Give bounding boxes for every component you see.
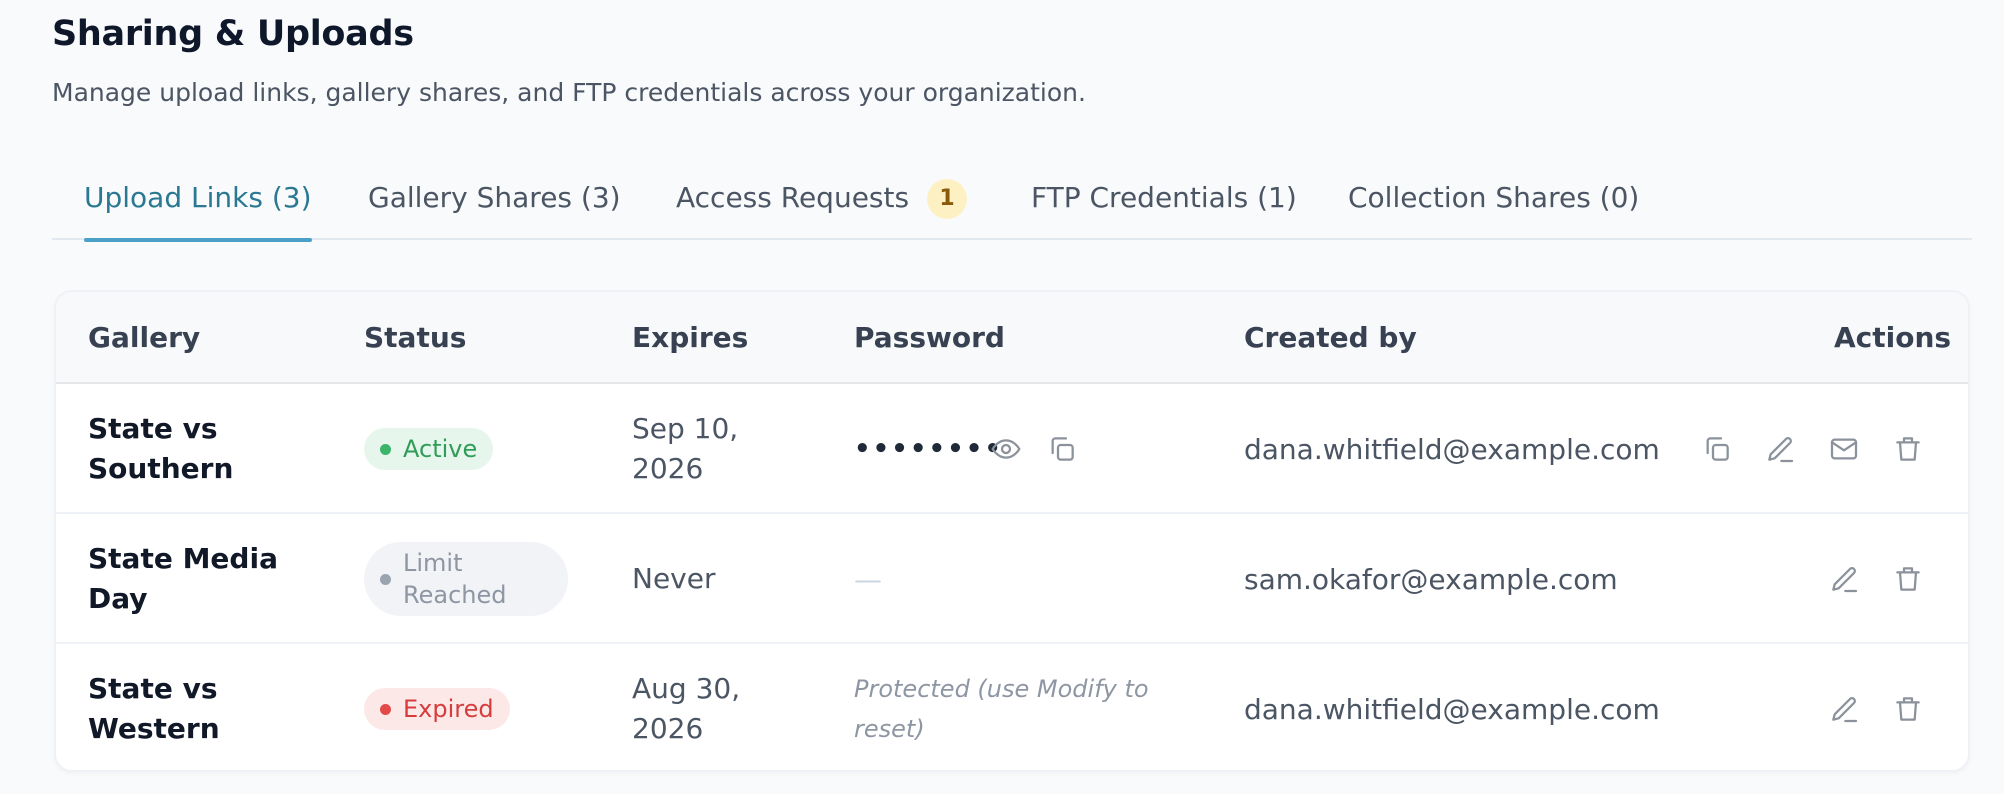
- column-header-created-by: Created by: [1244, 321, 1417, 354]
- gallery-name: State vs Western: [88, 672, 220, 745]
- tab-label: Gallery Shares (3): [368, 181, 621, 214]
- table-row: State Media Day Limit Reached Never — sa…: [56, 514, 1968, 644]
- copy-icon[interactable]: [1044, 431, 1080, 467]
- gallery-name: State vs Southern: [88, 412, 234, 485]
- status-badge: Limit Reached: [364, 542, 568, 616]
- trash-icon[interactable]: [1890, 561, 1926, 597]
- status-dot: [380, 703, 391, 715]
- column-header-actions: Actions: [1834, 321, 1952, 354]
- pencil-icon[interactable]: [1826, 561, 1862, 597]
- tab-upload-links[interactable]: Upload Links (3): [84, 164, 312, 242]
- no-password: —: [854, 562, 882, 596]
- table-row: State vs Western Expired Aug 30, 2026 Pr…: [56, 644, 1968, 770]
- tab-gallery-shares[interactable]: Gallery Shares (3): [368, 164, 621, 240]
- mail-icon[interactable]: [1826, 431, 1862, 467]
- protected-password-note: Protected (use Modify to reset): [854, 675, 1149, 743]
- column-header-status: Status: [364, 321, 467, 354]
- pencil-icon[interactable]: [1826, 691, 1862, 727]
- status-label: Active: [403, 435, 478, 463]
- creator-email: sam.okafor@example.com: [1244, 562, 1618, 596]
- copy-icon[interactable]: [1699, 431, 1735, 467]
- page-title: Sharing & Uploads: [52, 14, 414, 54]
- trash-icon[interactable]: [1890, 431, 1926, 467]
- tab-ftp-credentials[interactable]: FTP Credentials (1): [1031, 164, 1297, 240]
- upload-links-table: Gallery Status Expires Password Created …: [54, 290, 1970, 772]
- pencil-icon[interactable]: [1762, 431, 1798, 467]
- page-subtitle: Manage upload links, gallery shares, and…: [52, 78, 1086, 107]
- tab-bar: Upload Links (3) Gallery Shares (3) Acce…: [52, 164, 1972, 242]
- count-badge: 1: [927, 179, 968, 219]
- status-dot: [380, 443, 391, 455]
- masked-password: ••••••••: [854, 434, 1003, 464]
- gallery-name: State Media Day: [88, 542, 278, 615]
- expires-date: Sep 10, 2026: [632, 412, 739, 485]
- tab-collection-shares[interactable]: Collection Shares (0): [1348, 164, 1639, 240]
- expires-date: Never: [632, 562, 716, 595]
- tab-access-requests[interactable]: Access Requests 1: [676, 164, 968, 240]
- status-badge: Expired: [364, 688, 510, 730]
- status-dot: [380, 573, 391, 585]
- tab-label: Collection Shares (0): [1348, 181, 1640, 214]
- trash-icon[interactable]: [1890, 691, 1926, 727]
- tab-label: Access Requests: [676, 181, 910, 214]
- column-header-expires: Expires: [632, 321, 749, 354]
- creator-email: dana.whitfield@example.com: [1244, 692, 1660, 726]
- status-badge: Active: [364, 428, 494, 470]
- status-label: Limit Reached: [403, 549, 507, 609]
- status-label: Expired: [403, 695, 494, 723]
- creator-email: dana.whitfield@example.com: [1244, 432, 1660, 466]
- tab-label: Upload Links (3): [84, 181, 312, 214]
- tab-label: FTP Credentials (1): [1031, 181, 1297, 214]
- table-header: Gallery Status Expires Password Created …: [56, 292, 1968, 384]
- eye-icon[interactable]: [988, 431, 1024, 467]
- expires-date: Aug 30, 2026: [632, 672, 741, 745]
- column-header-password: Password: [854, 321, 1005, 354]
- column-header-gallery: Gallery: [88, 321, 201, 354]
- table-row: State vs Southern Active Sep 10, 2026 ••…: [56, 384, 1968, 514]
